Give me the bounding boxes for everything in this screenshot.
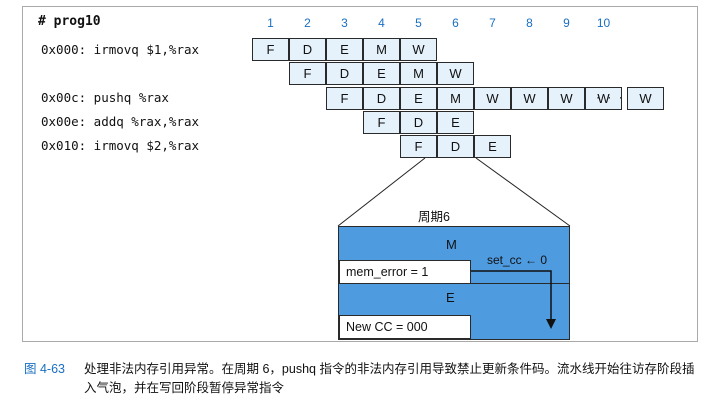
caption-number: 图 4-63: [24, 362, 65, 376]
cycle6-panel: M mem_error = 1 set_cc ← 0 E New CC = 00…: [338, 226, 570, 340]
caption-text: 处理非法内存引用异常。在周期 6，pushq 指令的非法内存引用导致禁止更新条件…: [84, 362, 695, 395]
zoom-lines: [337, 157, 571, 227]
cycle6-title: 周期6: [418, 210, 450, 224]
set-cc-arrow: [471, 270, 556, 329]
